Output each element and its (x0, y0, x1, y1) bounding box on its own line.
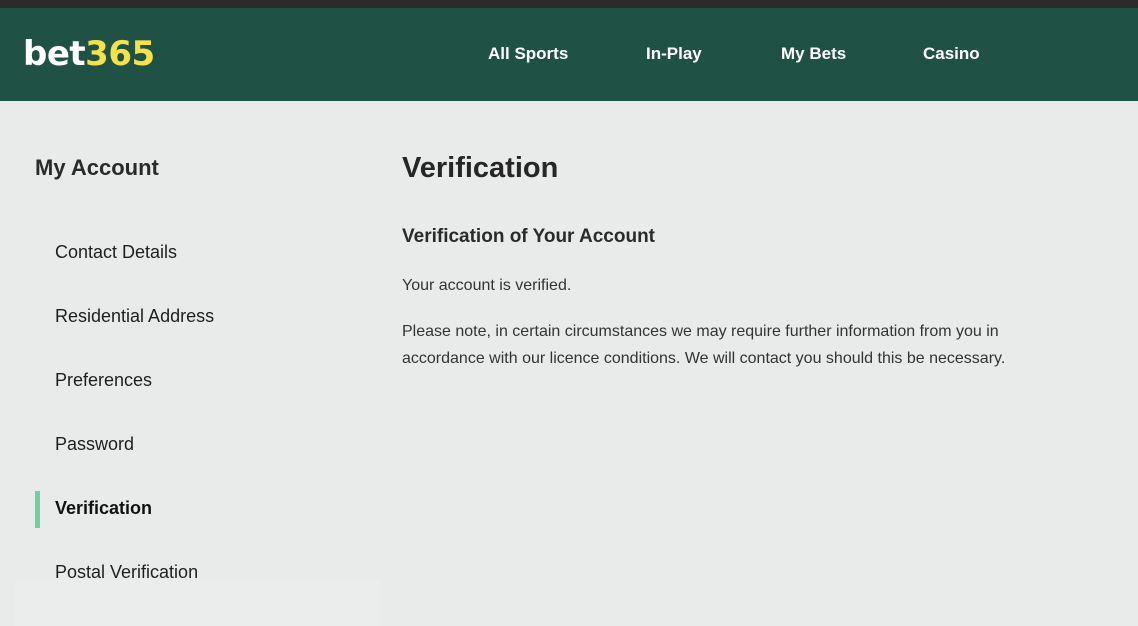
section-heading: Verification of Your Account (402, 226, 656, 247)
page-title: Verification (402, 152, 559, 184)
sidebar-item-postal-verification[interactable]: Postal Verification (55, 562, 198, 583)
sidebar-title: My Account (35, 155, 159, 180)
logo-text-365: 365 (85, 34, 155, 74)
sidebar-item-contact-details[interactable]: Contact Details (55, 242, 177, 263)
sidebar-scroll-fade (15, 580, 380, 626)
sidebar-item-residential-address[interactable]: Residential Address (55, 306, 214, 327)
top-strip (0, 0, 1138, 8)
active-item-indicator (35, 491, 40, 528)
verification-note-text: Please note, in certain circumstances we… (402, 323, 1006, 367)
sidebar-item-verification[interactable]: Verification (55, 498, 152, 519)
bet365-logo[interactable]: bet365 (23, 34, 155, 74)
nav-my-bets[interactable]: My Bets (781, 44, 846, 64)
nav-all-sports[interactable]: All Sports (488, 44, 568, 64)
site-header: bet365 All Sports In-Play My Bets Casino (0, 8, 1138, 101)
verification-status-text: Your account is verified. (402, 277, 572, 294)
sidebar-item-preferences[interactable]: Preferences (55, 370, 152, 391)
nav-in-play[interactable]: In-Play (646, 44, 702, 64)
logo-text-bet: bet (23, 34, 86, 74)
sidebar-item-password[interactable]: Password (55, 434, 134, 455)
nav-casino[interactable]: Casino (923, 44, 980, 64)
